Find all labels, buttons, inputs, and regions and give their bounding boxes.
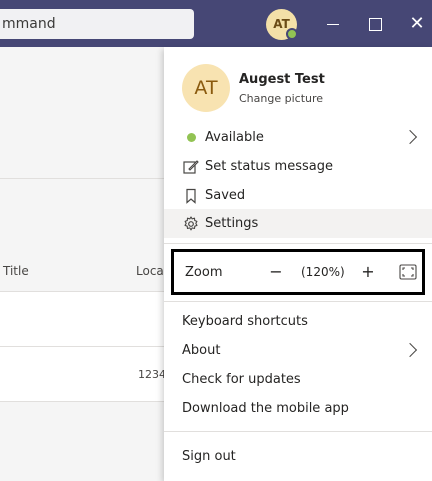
about-item[interactable]: About [164,336,432,365]
zoom-in-button[interactable]: + [359,261,377,283]
available-status-icon [187,133,196,142]
table-cell: 1234 [138,368,166,381]
set-status-label: Set status message [205,159,333,174]
presence-available-icon [286,28,298,40]
profile-avatar[interactable]: AT [182,64,230,112]
download-app-label: Download the mobile app [182,401,349,416]
check-updates-label: Check for updates [182,372,301,387]
settings-label: Settings [205,216,259,231]
chevron-right-icon [402,342,418,358]
status-label: Available [205,130,264,145]
title-bar: mmand AT ✕ [0,0,432,47]
about-label: About [182,343,221,358]
change-picture-link[interactable]: Change picture [239,92,323,105]
sign-out-label: Sign out [182,449,236,464]
download-mobile-app-item[interactable]: Download the mobile app [164,394,432,423]
gear-icon [184,216,198,231]
keyboard-shortcuts-item[interactable]: Keyboard shortcuts [164,307,432,336]
divider [0,178,164,179]
minimize-button[interactable] [319,10,347,38]
maximize-button[interactable] [361,10,389,38]
profile-menu: AT Augest Test Change picture Available … [164,47,432,481]
divider [164,301,432,302]
fit-to-window-icon[interactable] [399,264,417,280]
zoom-level: (120%) [301,265,345,279]
saved-item[interactable]: Saved [164,181,432,210]
check-for-updates-item[interactable]: Check for updates [164,365,432,394]
close-button[interactable]: ✕ [403,10,431,38]
zoom-out-button[interactable]: − [267,261,285,283]
saved-label: Saved [205,188,246,203]
search-command-input[interactable]: mmand [0,9,194,39]
zoom-label: Zoom [185,265,223,280]
zoom-control: Zoom − (120%) + [171,249,425,295]
set-status-message-item[interactable]: Set status message [164,152,432,181]
sign-out-item[interactable]: Sign out [164,442,432,471]
bookmark-icon [186,188,196,204]
divider [164,431,432,432]
keyboard-shortcuts-label: Keyboard shortcuts [182,314,308,329]
settings-item[interactable]: Settings [164,209,432,238]
table-row[interactable] [0,292,164,347]
divider [164,243,432,244]
chevron-right-icon [402,129,418,145]
edit-status-icon [183,160,199,174]
status-menu-item[interactable]: Available [164,123,432,152]
column-header-title[interactable]: Title [3,264,29,278]
profile-name: Augest Test [239,72,325,87]
